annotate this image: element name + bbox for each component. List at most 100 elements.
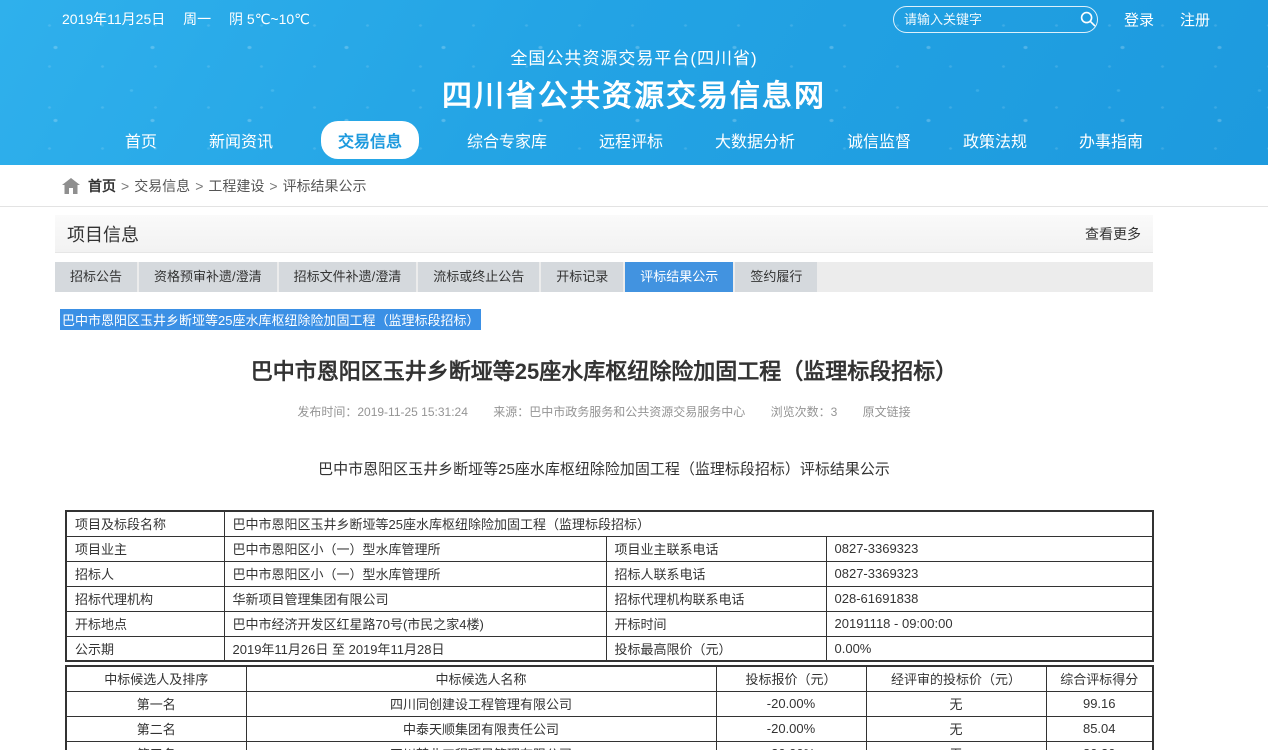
info-value: 巴中市恩阳区玉井乡断垭等25座水库枢纽除险加固工程（监理标段招标） bbox=[224, 511, 1153, 536]
search-input[interactable] bbox=[904, 12, 1080, 27]
breadcrumb-home[interactable]: 首页 bbox=[88, 176, 116, 196]
home-icon[interactable] bbox=[62, 178, 80, 194]
weekday-text: 周一 bbox=[183, 11, 211, 27]
nav-item-home[interactable]: 首页 bbox=[121, 121, 161, 159]
platform-title: 全国公共资源交易平台(四川省) bbox=[0, 44, 1268, 69]
date-text: 2019年11月25日 bbox=[62, 11, 165, 27]
breadcrumb-separator: > bbox=[195, 178, 203, 194]
tab-opening-record[interactable]: 开标记录 bbox=[541, 262, 623, 292]
see-more-link[interactable]: 查看更多 bbox=[1085, 224, 1141, 244]
info-label: 开标地点 bbox=[66, 611, 224, 636]
info-label: 项目及标段名称 bbox=[66, 511, 224, 536]
topbar-actions: 登录 注册 bbox=[893, 6, 1210, 33]
tab-strip: 招标公告 资格预审补遗/澄清 招标文件补遗/澄清 流标或终止公告 开标记录 评标… bbox=[55, 262, 1153, 292]
article-meta: 发布时间：2019-11-25 15:31:24 来源：巴中市政务服务和公共资源… bbox=[55, 403, 1153, 420]
nav-item-trade-info[interactable]: 交易信息 bbox=[321, 121, 419, 159]
article-title: 巴中市恩阳区玉井乡断垭等25座水库枢纽除险加固工程（监理标段招标） bbox=[55, 354, 1153, 386]
info-label: 项目业主联系电话 bbox=[606, 536, 826, 561]
bid-result-table: 中标候选人及排序 中标候选人名称 投标报价（元） 经评审的投标价（元） 综合评标… bbox=[65, 665, 1154, 750]
info-value: 巴中市恩阳区小（一）型水库管理所 bbox=[224, 536, 606, 561]
score-cell: 99.16 bbox=[1046, 691, 1153, 716]
masthead: 全国公共资源交易平台(四川省) 四川省公共资源交易信息网 bbox=[0, 44, 1268, 115]
nav-item-guide[interactable]: 办事指南 bbox=[1075, 121, 1147, 159]
nav-item-integrity[interactable]: 诚信监督 bbox=[843, 121, 915, 159]
info-label: 公示期 bbox=[66, 636, 224, 661]
info-value: 巴中市经济开发区红星路70号(市民之家4楼) bbox=[224, 611, 606, 636]
info-value: 巴中市恩阳区小（一）型水库管理所 bbox=[224, 561, 606, 586]
table-row: 项目及标段名称 巴中市恩阳区玉井乡断垭等25座水库枢纽除险加固工程（监理标段招标… bbox=[66, 511, 1153, 536]
search-box[interactable] bbox=[893, 6, 1098, 33]
register-link[interactable]: 注册 bbox=[1180, 9, 1210, 30]
info-label: 开标时间 bbox=[606, 611, 826, 636]
table-row: 第二名 中泰天顺集团有限责任公司 -20.00% 无 85.04 bbox=[66, 716, 1153, 741]
info-value: 20191118 - 09:00:00 bbox=[826, 611, 1153, 636]
tab-contract-performance[interactable]: 签约履行 bbox=[735, 262, 817, 292]
info-value: 2019年11月26日 至 2019年11月28日 bbox=[224, 636, 606, 661]
info-label: 项目业主 bbox=[66, 536, 224, 561]
info-label: 招标人联系电话 bbox=[606, 561, 826, 586]
tab-doc-addendum[interactable]: 招标文件补遗/澄清 bbox=[279, 262, 417, 292]
source: 来源：巴中市政务服务和公共资源交易服务中心 bbox=[493, 405, 745, 419]
reviewed-price-cell: 无 bbox=[866, 691, 1046, 716]
site-title: 四川省公共资源交易信息网 bbox=[0, 71, 1268, 115]
nav-item-big-data[interactable]: 大数据分析 bbox=[711, 121, 799, 159]
col-header-rank: 中标候选人及排序 bbox=[66, 666, 246, 691]
section-header: 项目信息 查看更多 bbox=[55, 215, 1153, 253]
publish-time: 发布时间：2019-11-25 15:31:24 bbox=[297, 405, 468, 419]
breadcrumb-trade-info[interactable]: 交易信息 bbox=[134, 176, 190, 196]
candidate-cell: 四川同创建设工程管理有限公司 bbox=[246, 691, 716, 716]
info-value: 0827-3369323 bbox=[826, 561, 1153, 586]
table-row: 第三名 四川兢业工程项目管理有限公司 -20.00% 无 80.20 bbox=[66, 741, 1153, 750]
rank-cell: 第一名 bbox=[66, 691, 246, 716]
main-nav: 首页 新闻资讯 交易信息 综合专家库 远程评标 大数据分析 诚信监督 政策法规 … bbox=[0, 121, 1268, 159]
topbar: 2019年11月25日 周一 阴 5℃~10℃ 登录 注册 bbox=[0, 0, 1268, 38]
col-header-reviewed-price: 经评审的投标价（元） bbox=[866, 666, 1046, 691]
tab-failed-terminated[interactable]: 流标或终止公告 bbox=[418, 262, 539, 292]
search-icon[interactable] bbox=[1080, 11, 1096, 27]
project-info-table: 项目及标段名称 巴中市恩阳区玉井乡断垭等25座水库枢纽除险加固工程（监理标段招标… bbox=[65, 510, 1154, 662]
table-row: 项目业主 巴中市恩阳区小（一）型水库管理所 项目业主联系电话 0827-3369… bbox=[66, 536, 1153, 561]
score-cell: 80.20 bbox=[1046, 741, 1153, 750]
col-header-score: 综合评标得分 bbox=[1046, 666, 1153, 691]
bid-price-cell: -20.00% bbox=[716, 691, 866, 716]
breadcrumb-separator: > bbox=[121, 178, 129, 194]
candidate-cell: 中泰天顺集团有限责任公司 bbox=[246, 716, 716, 741]
weather-text: 阴 5℃~10℃ bbox=[229, 11, 310, 27]
project-link-highlighted[interactable]: 巴中市恩阳区玉井乡断垭等25座水库枢纽除险加固工程（监理标段招标） bbox=[60, 309, 481, 330]
rank-cell: 第三名 bbox=[66, 741, 246, 750]
bid-price-cell: -20.00% bbox=[716, 716, 866, 741]
nav-item-remote-eval[interactable]: 远程评标 bbox=[595, 121, 667, 159]
tab-bid-announcement[interactable]: 招标公告 bbox=[55, 262, 137, 292]
date-weather: 2019年11月25日 周一 阴 5℃~10℃ bbox=[62, 9, 324, 29]
score-cell: 85.04 bbox=[1046, 716, 1153, 741]
login-link[interactable]: 登录 bbox=[1124, 9, 1154, 30]
original-link[interactable]: 原文链接 bbox=[863, 405, 911, 419]
bid-price-cell: -20.00% bbox=[716, 741, 866, 750]
nav-item-policy[interactable]: 政策法规 bbox=[959, 121, 1031, 159]
table-row: 招标代理机构 华新项目管理集团有限公司 招标代理机构联系电话 028-61691… bbox=[66, 586, 1153, 611]
reviewed-price-cell: 无 bbox=[866, 716, 1046, 741]
info-label: 招标代理机构联系电话 bbox=[606, 586, 826, 611]
info-value: 0.00% bbox=[826, 636, 1153, 661]
breadcrumb-engineering[interactable]: 工程建设 bbox=[208, 176, 264, 196]
tab-eval-result[interactable]: 评标结果公示 bbox=[625, 262, 733, 292]
info-label: 投标最高限价（元） bbox=[606, 636, 826, 661]
info-label: 招标人 bbox=[66, 561, 224, 586]
tab-prequal-addendum[interactable]: 资格预审补遗/澄清 bbox=[139, 262, 277, 292]
rank-cell: 第二名 bbox=[66, 716, 246, 741]
table-row: 公示期 2019年11月26日 至 2019年11月28日 投标最高限价（元） … bbox=[66, 636, 1153, 661]
info-value: 华新项目管理集团有限公司 bbox=[224, 586, 606, 611]
breadcrumb: 首页 > 交易信息 > 工程建设 > 评标结果公示 bbox=[0, 165, 1268, 207]
nav-item-expert-pool[interactable]: 综合专家库 bbox=[463, 121, 551, 159]
site-header: 2019年11月25日 周一 阴 5℃~10℃ 登录 注册 全国公共资源交易平台… bbox=[0, 0, 1268, 165]
section-title: 项目信息 bbox=[67, 221, 139, 247]
info-value: 0827-3369323 bbox=[826, 536, 1153, 561]
nav-item-news[interactable]: 新闻资讯 bbox=[205, 121, 277, 159]
info-label: 招标代理机构 bbox=[66, 586, 224, 611]
view-count: 浏览次数：3 bbox=[771, 405, 838, 419]
table-header-row: 中标候选人及排序 中标候选人名称 投标报价（元） 经评审的投标价（元） 综合评标… bbox=[66, 666, 1153, 691]
breadcrumb-separator: > bbox=[269, 178, 277, 194]
reviewed-price-cell: 无 bbox=[866, 741, 1046, 750]
col-header-bid-price: 投标报价（元） bbox=[716, 666, 866, 691]
table-row: 招标人 巴中市恩阳区小（一）型水库管理所 招标人联系电话 0827-336932… bbox=[66, 561, 1153, 586]
